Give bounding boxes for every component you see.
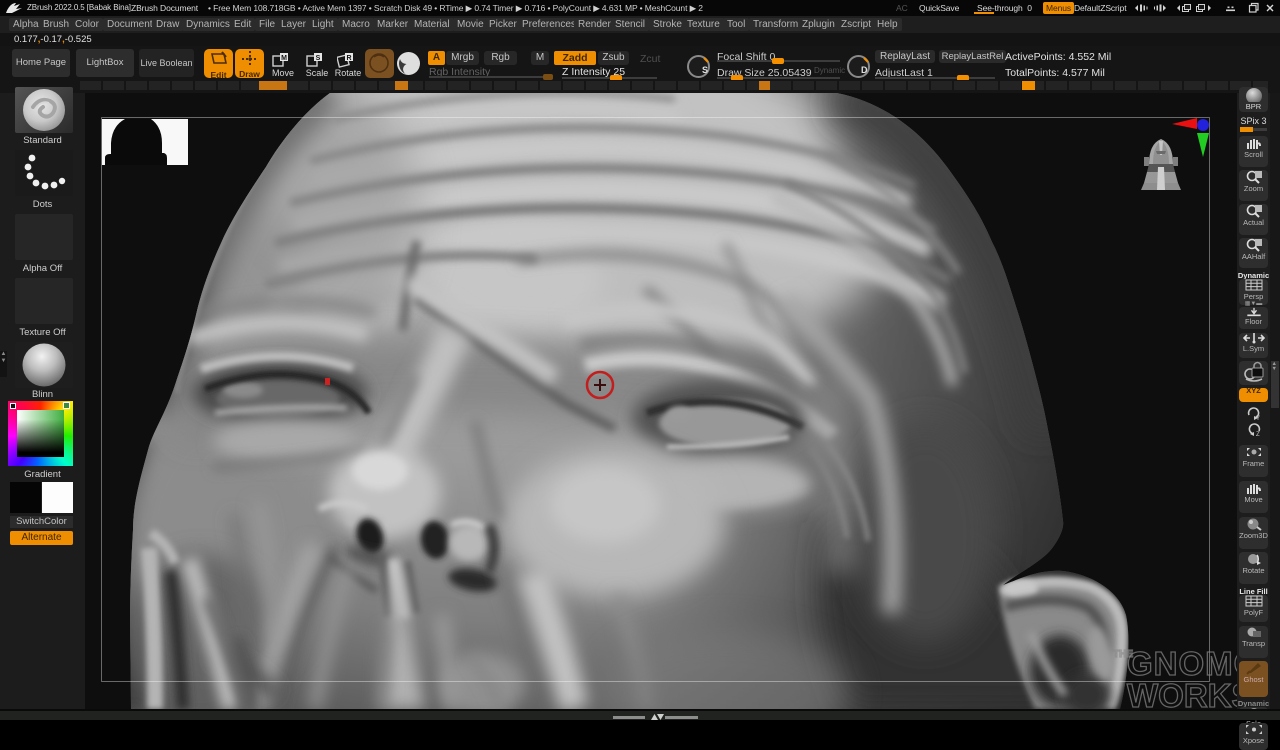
svg-text:M: M (281, 55, 287, 62)
svg-text:WORKSHOP: WORKSHOP (1127, 677, 1237, 709)
svg-text:Z: Z (1256, 432, 1260, 436)
svg-text:Y: Y (1256, 416, 1260, 420)
svg-text:S: S (702, 65, 708, 75)
svg-text:D: D (861, 65, 868, 75)
svg-text:R: R (346, 55, 351, 62)
svg-text:S: S (316, 55, 321, 62)
svg-text:THE: THE (1113, 649, 1133, 660)
